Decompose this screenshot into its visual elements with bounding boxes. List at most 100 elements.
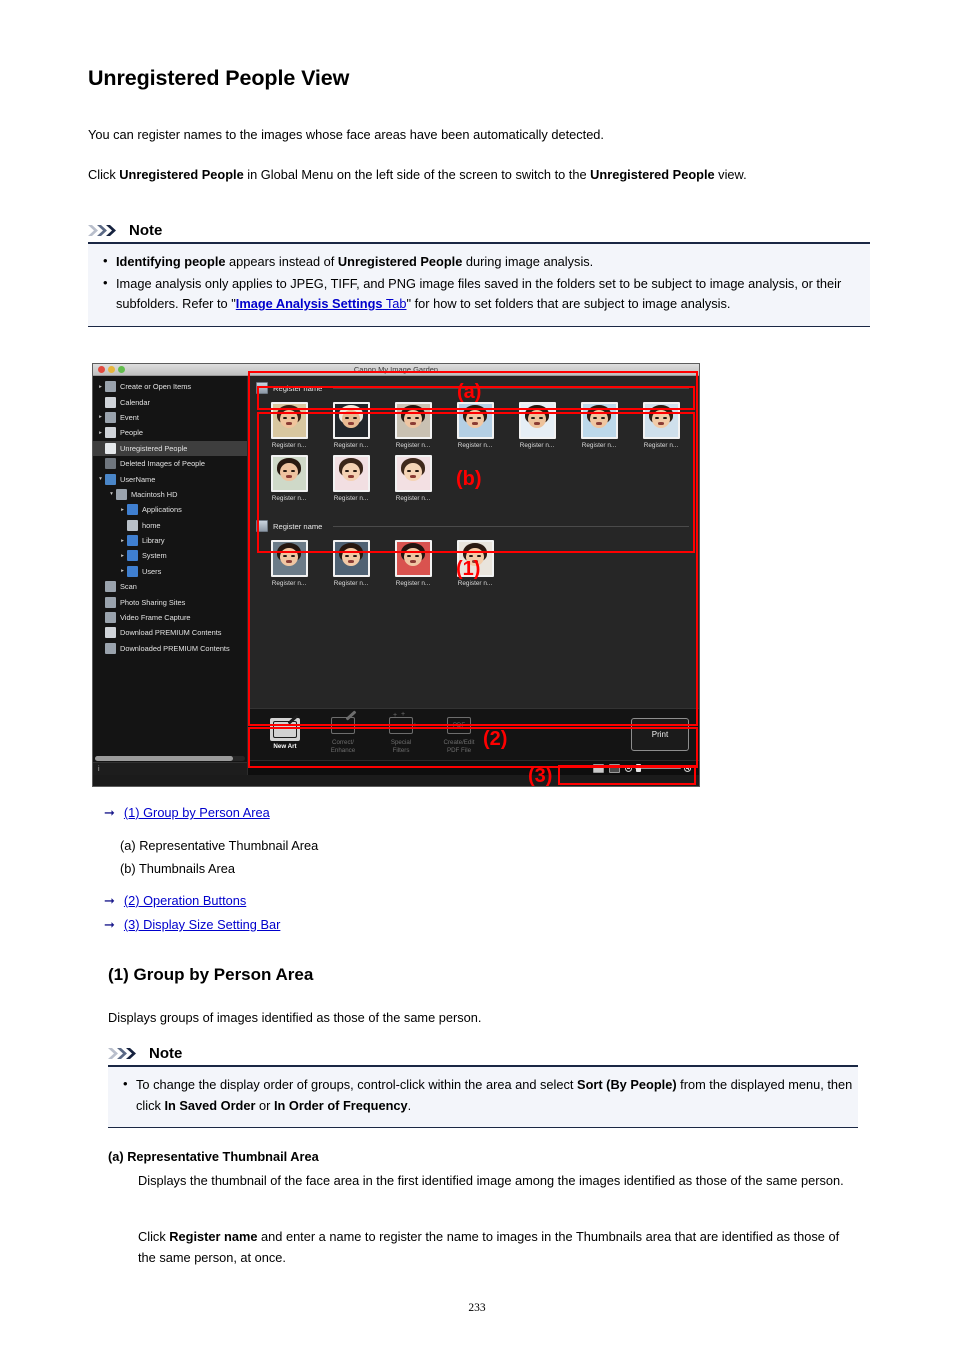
thumbnail-item[interactable]: Register n...: [382, 402, 444, 449]
sidebar-item-label: Macintosh HD: [131, 489, 178, 499]
sidebar-item-people[interactable]: ▸ People: [93, 425, 247, 440]
sidebar-item-home[interactable]: home: [93, 518, 247, 533]
sidebar-item-label: Photo Sharing Sites: [120, 597, 186, 607]
sidebar-item-system[interactable]: ▸ System: [93, 548, 247, 563]
list-view-icon[interactable]: [609, 763, 620, 773]
thumbnail-item[interactable]: Register n...: [630, 402, 692, 449]
thumbnail-register-name-label[interactable]: Register n...: [258, 495, 320, 502]
thumbnail-item[interactable]: Register n...: [320, 455, 382, 502]
register-name-link[interactable]: Register name: [273, 522, 322, 531]
thumbnail-register-name-label[interactable]: Register n...: [320, 580, 382, 587]
sidebar-item-calendar[interactable]: Calendar: [93, 394, 247, 409]
face-thumbnail-image[interactable]: [332, 402, 370, 439]
zoom-out-icon[interactable]: [625, 764, 632, 772]
thumbnail-item[interactable]: Register n...: [258, 540, 320, 587]
face-thumbnail-image[interactable]: [394, 402, 432, 439]
face-thumbnail-image[interactable]: [270, 540, 308, 577]
sidebar-item-unregistered-people[interactable]: Unregistered People: [93, 440, 247, 456]
window-body: ▸ Create or Open Items Calendar ▸ Event ▸ Peop…: [93, 376, 699, 775]
thumbnail-item[interactable]: Register n...: [258, 455, 320, 502]
thumbnail-register-name-label[interactable]: Register n...: [382, 495, 444, 502]
thumbnail-register-name-label[interactable]: Register n...: [382, 580, 444, 587]
thumbnail-register-name-label[interactable]: Register n...: [444, 442, 506, 449]
disclosure-triangle-icon[interactable]: ▾: [96, 476, 105, 482]
face-thumbnail-image[interactable]: [580, 402, 618, 439]
display-size-setting-bar[interactable]: [248, 760, 699, 775]
thumbnail-register-name-label[interactable]: Register n...: [382, 442, 444, 449]
image-analysis-settings-link[interactable]: Image Analysis Settings: [236, 296, 383, 311]
thumbnail-register-name-label[interactable]: Register n...: [568, 442, 630, 449]
sidebar-item-event[interactable]: ▸ Event: [93, 410, 247, 425]
thumbnail-register-name-label[interactable]: Register n...: [258, 442, 320, 449]
size-slider[interactable]: [625, 764, 691, 772]
sidebar-item-users[interactable]: ▸ Users: [93, 564, 247, 579]
thumbnail-item[interactable]: Register n...: [320, 540, 382, 587]
note-body-1: Identifying people appears instead of Un…: [88, 244, 870, 327]
disclosure-triangle-icon[interactable]: ▸: [96, 430, 105, 436]
image-analysis-settings-link-tab[interactable]: Tab: [383, 296, 407, 311]
thumbnail-register-name-label[interactable]: Register n...: [630, 442, 692, 449]
register-name-link[interactable]: Register name: [273, 384, 322, 393]
disclosure-triangle-icon[interactable]: ▸: [118, 538, 127, 544]
thumbnail-register-name-label[interactable]: Register n...: [320, 495, 382, 502]
thumbnail-register-name-label[interactable]: Register n...: [444, 580, 506, 587]
face-thumbnail-image[interactable]: [270, 455, 308, 492]
sidebar-item-label: Applications: [142, 505, 182, 515]
new-art-button[interactable]: New Art: [256, 714, 314, 751]
face-thumbnail-image[interactable]: [394, 455, 432, 492]
thumbnail-item[interactable]: Register n...: [382, 455, 444, 502]
sidebar-horizontal-scrollbar[interactable]: [95, 756, 245, 761]
zoom-in-icon[interactable]: [684, 764, 691, 772]
sidebar-item-download-premium-contents[interactable]: Download PREMIUM Contents: [93, 625, 247, 640]
sidebar-item-username[interactable]: ▾ UserName: [93, 471, 247, 486]
sidebar-item-video-frame-capture[interactable]: Video Frame Capture: [93, 610, 247, 625]
face-thumbnail-image[interactable]: [394, 540, 432, 577]
special-filters-button[interactable]: + + + Special Filters: [372, 711, 430, 755]
sidebar-item-deleted-images-of-people[interactable]: Deleted Images of People: [93, 456, 247, 471]
link-row-3[interactable]: ➞ (3) Display Size Setting Bar: [104, 917, 280, 932]
create-edit-pdf-button[interactable]: PDF Create/Edit PDF File: [430, 714, 488, 755]
slider-knob[interactable]: [636, 764, 641, 772]
slider-track[interactable]: [635, 764, 681, 772]
sidebar-item-photo-sharing-sites[interactable]: Photo Sharing Sites: [93, 594, 247, 609]
thumbnail-item[interactable]: Register n...: [506, 402, 568, 449]
grid-view-icon[interactable]: [593, 763, 604, 773]
sidebar-item-library[interactable]: ▸ Library: [93, 533, 247, 548]
link-row-2[interactable]: ➞ (2) Operation Buttons: [104, 893, 246, 908]
disclosure-triangle-icon[interactable]: ▾: [107, 491, 116, 497]
print-button[interactable]: Print: [631, 718, 689, 751]
face-thumbnail-image[interactable]: [518, 402, 556, 439]
disclosure-triangle-icon[interactable]: ▸: [118, 553, 127, 559]
thumbnail-register-name-label[interactable]: Register n...: [506, 442, 568, 449]
disclosure-triangle-icon[interactable]: ▸: [96, 414, 105, 420]
face-thumbnail-image[interactable]: [642, 402, 680, 439]
sidebar-item-applications[interactable]: ▸ Applications: [93, 502, 247, 517]
link-display-size-setting-bar[interactable]: (3) Display Size Setting Bar: [124, 917, 280, 932]
thumbnail-item[interactable]: Register n...: [320, 402, 382, 449]
thumbnail-item[interactable]: Register n...: [444, 402, 506, 449]
face-thumbnail-image[interactable]: [332, 455, 370, 492]
thumbnail-item[interactable]: Register n...: [258, 402, 320, 449]
sidebar-item-label: Create or Open Items: [120, 382, 192, 392]
disclosure-triangle-icon[interactable]: ▸: [118, 507, 127, 513]
sidebar-item-scan[interactable]: Scan: [93, 579, 247, 594]
correct-enhance-button[interactable]: Correct/ Enhance: [314, 710, 372, 755]
link-group-by-person-area[interactable]: (1) Group by Person Area: [124, 805, 270, 820]
thumbnail-register-name-label[interactable]: Register n...: [258, 580, 320, 587]
disclosure-triangle-icon[interactable]: ▸: [96, 384, 105, 390]
group-by-person-area[interactable]: Register name Register n... Register n... R…: [248, 376, 699, 708]
note1-bold-unregistered-people: Unregistered People: [337, 254, 463, 269]
disclosure-triangle-icon[interactable]: ▸: [118, 568, 127, 574]
sidebar-item-create-or-open-items[interactable]: ▸ Create or Open Items: [93, 379, 247, 394]
sidebar-item-macintosh-hd[interactable]: ▾ Macintosh HD: [93, 487, 247, 502]
thumbnail-item[interactable]: Register n...: [382, 540, 444, 587]
thumbnail-register-name-label[interactable]: Register n...: [320, 442, 382, 449]
link-operation-buttons[interactable]: (2) Operation Buttons: [124, 893, 246, 908]
face-thumbnail-image[interactable]: [270, 402, 308, 439]
face-thumbnail-image[interactable]: [456, 402, 494, 439]
sublabel-a: (a) Representative Thumbnail Area: [120, 838, 319, 853]
sidebar-item-downloaded-premium-contents[interactable]: Downloaded PREMIUM Contents: [93, 641, 247, 656]
link-row-1[interactable]: ➞ (1) Group by Person Area: [104, 805, 270, 820]
thumbnail-item[interactable]: Register n...: [568, 402, 630, 449]
face-thumbnail-image[interactable]: [332, 540, 370, 577]
